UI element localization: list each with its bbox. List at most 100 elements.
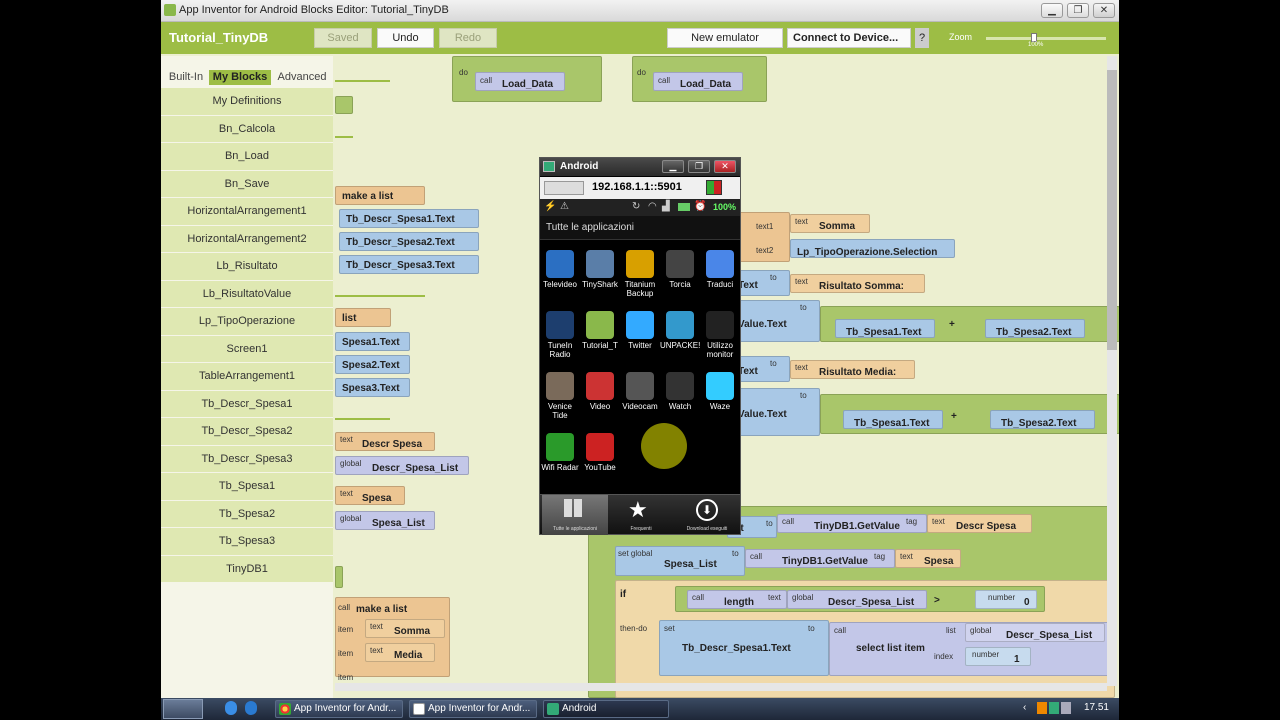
app-icon-item[interactable]: Videocam: [620, 372, 660, 411]
tb-spesa1-a-block[interactable]: Tb_Spesa1.Text: [835, 319, 935, 338]
drawer-item[interactable]: Lp_TipoOperazione: [161, 308, 333, 336]
number-zero-block[interactable]: number 0: [975, 590, 1037, 609]
global-spesa-list-block[interactable]: global Spesa_List: [335, 511, 435, 530]
compare-text-block[interactable]: text1 text2: [735, 212, 790, 262]
android-emulator-window[interactable]: Android ▁ ❐ ✕ 192.168.1.1::5901 ⚡ ⚠ ↻ ◠ …: [539, 157, 741, 535]
number-one-block[interactable]: number 1: [965, 647, 1031, 666]
drawer-item[interactable]: TinyDB1: [161, 555, 333, 583]
drawer-item[interactable]: Bn_Save: [161, 170, 333, 198]
start-button[interactable]: [163, 699, 203, 719]
text-media-block[interactable]: text Media: [365, 643, 435, 662]
drawer-item[interactable]: Bn_Calcola: [161, 115, 333, 143]
call-load-data-1[interactable]: call Load_Data: [475, 72, 565, 91]
text-descr-spesa-tag[interactable]: text Descr Spesa: [927, 514, 1032, 533]
emulator-minimize-button[interactable]: ▁: [662, 160, 684, 173]
set-global-spesa-list-block[interactable]: set global Spesa_List to: [615, 546, 745, 576]
tab-built-in[interactable]: Built-In: [165, 70, 207, 85]
spesa3-block[interactable]: Spesa3.Text: [335, 378, 410, 397]
tb-spesa1-b-block[interactable]: Tb_Spesa1.Text: [843, 410, 943, 429]
tinydb-getvalue-2[interactable]: call TinyDB1.GetValue tag: [745, 549, 895, 568]
new-emulator-button[interactable]: New emulator: [667, 28, 783, 48]
dock-downloads[interactable]: ⬇ Download eseguiti: [674, 495, 740, 535]
set-value-block-2[interactable]: to Value.Text: [735, 388, 820, 436]
tab-my-blocks[interactable]: My Blocks: [209, 70, 271, 85]
minimize-button[interactable]: ▁: [1041, 3, 1063, 18]
drawer-item[interactable]: Bn_Load: [161, 143, 333, 171]
drawer-item[interactable]: Tb_Descr_Spesa1: [161, 390, 333, 418]
app-icon-item[interactable]: Torcia: [660, 250, 700, 289]
set-text-block-1[interactable]: to Text: [735, 270, 790, 296]
text-spesa-tag[interactable]: text Spesa: [895, 549, 961, 568]
drawer-item[interactable]: Lb_Risultato: [161, 253, 333, 281]
ie-quicklaunch-icon-2[interactable]: [245, 701, 257, 715]
app-icon-item[interactable]: Titanium Backup: [620, 250, 660, 298]
tb-spesa2-b-block[interactable]: Tb_Spesa2.Text: [990, 410, 1095, 429]
text-somma-right[interactable]: text Somma: [790, 214, 870, 233]
tinydb-getvalue-1[interactable]: call TinyDB1.GetValue tag: [777, 514, 927, 533]
horizontal-scrollbar[interactable]: [335, 683, 1107, 691]
app-icon-item[interactable]: Waze: [700, 372, 740, 411]
zoom-slider-knob[interactable]: [1031, 33, 1037, 42]
tb-descr-spesa3-block[interactable]: Tb_Descr_Spesa3.Text: [339, 255, 479, 274]
help-button[interactable]: ?: [915, 28, 929, 48]
drawer-item[interactable]: My Definitions: [161, 88, 333, 116]
app-icon-item[interactable]: Traduci: [700, 250, 740, 289]
task-app-inventor-2[interactable]: App Inventor for Andr...: [409, 700, 537, 718]
call-load-data-2[interactable]: call Load_Data: [653, 72, 743, 91]
tray-app-icon-2[interactable]: [1049, 702, 1059, 714]
close-button[interactable]: ✕: [1093, 3, 1115, 18]
spesa1-block[interactable]: Spesa1.Text: [335, 332, 410, 351]
global-descr-spesa-list-block[interactable]: global Descr_Spesa_List: [335, 456, 469, 475]
vnc-tools-icon[interactable]: [544, 181, 584, 195]
emulator-maximize-button[interactable]: ❐: [688, 160, 710, 173]
app-icon-item[interactable]: Televideo: [540, 250, 580, 289]
redo-button[interactable]: Redo: [439, 28, 497, 48]
maximize-button[interactable]: ❐: [1067, 3, 1089, 18]
list-block[interactable]: list: [335, 308, 391, 327]
task-app-inventor-1[interactable]: App Inventor for Andr...: [275, 700, 403, 718]
zoom-slider-track[interactable]: [986, 37, 1106, 40]
drawer-item[interactable]: Tb_Spesa3: [161, 528, 333, 556]
tray-arrow-icon[interactable]: ‹: [1023, 702, 1026, 713]
tray-app-icon-1[interactable]: [1037, 702, 1047, 714]
undo-button[interactable]: Undo: [377, 28, 434, 48]
app-icon-item[interactable]: UNPACKE!: [660, 311, 700, 350]
drawer-item[interactable]: HorizontalArrangement1: [161, 198, 333, 226]
drawer-item[interactable]: Screen1: [161, 335, 333, 363]
lp-selection-block[interactable]: Lp_TipoOperazione.Selection: [790, 239, 955, 258]
tb-descr-spesa1-block[interactable]: Tb_Descr_Spesa1.Text: [339, 209, 479, 228]
make-list-block-1[interactable]: make a list: [335, 186, 425, 205]
tab-advanced[interactable]: Advanced: [273, 70, 331, 85]
drawer-item[interactable]: HorizontalArrangement2: [161, 225, 333, 253]
drawer-item[interactable]: Tb_Descr_Spesa2: [161, 418, 333, 446]
drawer-item[interactable]: Lb_RisultatoValue: [161, 280, 333, 308]
app-icon-item[interactable]: Wifi Radar: [540, 433, 580, 472]
app-icon-item[interactable]: Utilizzo monitor: [700, 311, 740, 359]
text-descr-spesa-block[interactable]: text Descr Spesa: [335, 432, 435, 451]
drawer-item[interactable]: TableArrangement1: [161, 363, 333, 391]
global-descr-list-3[interactable]: global Descr_Spesa_List: [965, 623, 1105, 642]
task-android[interactable]: Android: [543, 700, 669, 718]
text-risultato-media-block[interactable]: text Risultato Media:: [790, 360, 915, 379]
app-icon-item[interactable]: Watch: [660, 372, 700, 411]
spesa2-block[interactable]: Spesa2.Text: [335, 355, 410, 374]
drawer-item[interactable]: Tb_Spesa2: [161, 500, 333, 528]
vertical-scrollbar-thumb[interactable]: [1107, 70, 1117, 350]
text-somma-block[interactable]: text Somma: [365, 619, 445, 638]
set-text-block-2[interactable]: to Text: [735, 356, 790, 382]
tb-spesa2-a-block[interactable]: Tb_Spesa2.Text: [985, 319, 1085, 338]
length-block[interactable]: call length text: [687, 590, 787, 609]
app-icon-item[interactable]: YouTube: [580, 433, 620, 472]
set-value-block-1[interactable]: to Value.Text: [735, 300, 820, 342]
text-risultato-somma-block[interactable]: text Risultato Somma:: [790, 274, 925, 293]
drawer-item[interactable]: Tb_Descr_Spesa3: [161, 445, 333, 473]
dock-all-apps[interactable]: Tutte le applicazioni: [542, 495, 608, 535]
app-icon-item[interactable]: Venice Tide: [540, 372, 580, 420]
saved-button[interactable]: Saved: [314, 28, 372, 48]
drawer-item[interactable]: Tb_Spesa1: [161, 473, 333, 501]
emulator-titlebar[interactable]: Android ▁ ❐ ✕: [540, 158, 740, 176]
app-icon-item[interactable]: Twitter: [620, 311, 660, 350]
window-titlebar[interactable]: App Inventor for Android Blocks Editor: …: [161, 0, 1119, 22]
app-icon-item[interactable]: Video: [580, 372, 620, 411]
set-tb-descr1-block[interactable]: set Tb_Descr_Spesa1.Text to: [659, 620, 829, 676]
